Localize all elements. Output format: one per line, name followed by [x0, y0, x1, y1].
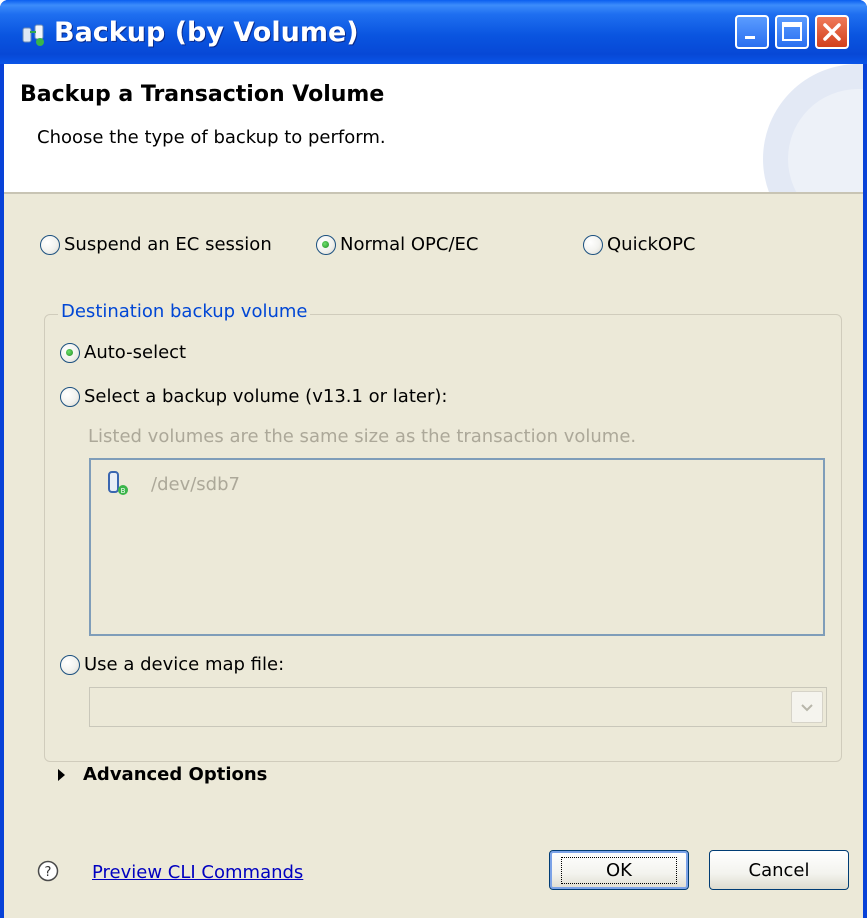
maximize-button[interactable] [775, 15, 809, 49]
dialog-header: Backup a Transaction Volume Choose the t… [4, 64, 863, 194]
radio-label: QuickOPC [607, 234, 696, 255]
radio-quickopc[interactable]: QuickOPC [583, 234, 696, 255]
radio-label: Suspend an EC session [64, 234, 272, 255]
header-title: Backup a Transaction Volume [20, 82, 385, 107]
close-button[interactable] [815, 15, 849, 49]
dialog-window: Backup (by Volume) Backup a Transaction … [0, 0, 867, 918]
advanced-options-label: Advanced Options [83, 764, 268, 785]
radio-select-backup-volume[interactable]: Select a backup volume (v13.1 or later): [60, 386, 447, 407]
device-map-file-combo[interactable] [89, 687, 827, 727]
ok-button-label: OK [561, 856, 677, 884]
radio-circle[interactable] [60, 386, 80, 407]
destination-group-label: Destination backup volume [58, 301, 311, 322]
disk-volume-icon: B [108, 471, 128, 495]
preview-cli-commands-link[interactable]: Preview CLI Commands [92, 862, 303, 883]
ok-button[interactable]: OK [549, 850, 689, 890]
svg-text:B: B [121, 487, 126, 495]
dialog-client-area: Backup a Transaction Volume Choose the t… [4, 64, 863, 918]
radio-circle[interactable] [60, 654, 80, 675]
combo-dropdown-button[interactable] [791, 691, 823, 723]
volume-list-hint: Listed volumes are the same size as the … [88, 426, 637, 447]
radio-label: Auto-select [84, 342, 187, 363]
backup-app-icon [22, 24, 44, 46]
radio-use-device-map-file[interactable]: Use a device map file: [60, 654, 284, 675]
radio-label: Select a backup volume (v13.1 or later): [84, 386, 448, 407]
radio-circle-selected[interactable] [60, 342, 80, 363]
window-title: Backup (by Volume) [54, 17, 359, 48]
radio-dot-icon [66, 348, 73, 356]
close-icon [823, 23, 841, 41]
advanced-options-toggle[interactable]: Advanced Options [58, 764, 267, 785]
minimize-icon [745, 36, 755, 39]
expand-arrow-icon [58, 768, 65, 781]
radio-label: Normal OPC/EC [340, 234, 479, 255]
radio-circle-selected[interactable] [316, 234, 336, 255]
minimize-button[interactable] [735, 15, 769, 49]
header-decoration [763, 64, 863, 192]
cancel-button[interactable]: Cancel [709, 850, 849, 890]
backup-volume-list[interactable]: B /dev/sdb7 [89, 458, 825, 636]
volume-name: /dev/sdb7 [151, 473, 240, 495]
radio-label: Use a device map file: [84, 654, 285, 675]
radio-circle[interactable] [40, 234, 60, 255]
help-icon[interactable]: ? [37, 860, 59, 882]
radio-auto-select[interactable]: Auto-select [60, 342, 186, 363]
list-item[interactable]: B /dev/sdb7 [105, 470, 240, 498]
title-bar[interactable]: Backup (by Volume) [0, 0, 867, 64]
chevron-down-icon [801, 704, 813, 712]
svg-text:?: ? [45, 865, 52, 880]
maximize-icon [782, 22, 802, 41]
radio-dot-icon [322, 240, 329, 248]
radio-circle[interactable] [583, 234, 603, 255]
header-description: Choose the type of backup to perform. [37, 127, 386, 148]
radio-suspend-ec-session[interactable]: Suspend an EC session [40, 234, 272, 255]
radio-normal-opc-ec[interactable]: Normal OPC/EC [316, 234, 478, 255]
